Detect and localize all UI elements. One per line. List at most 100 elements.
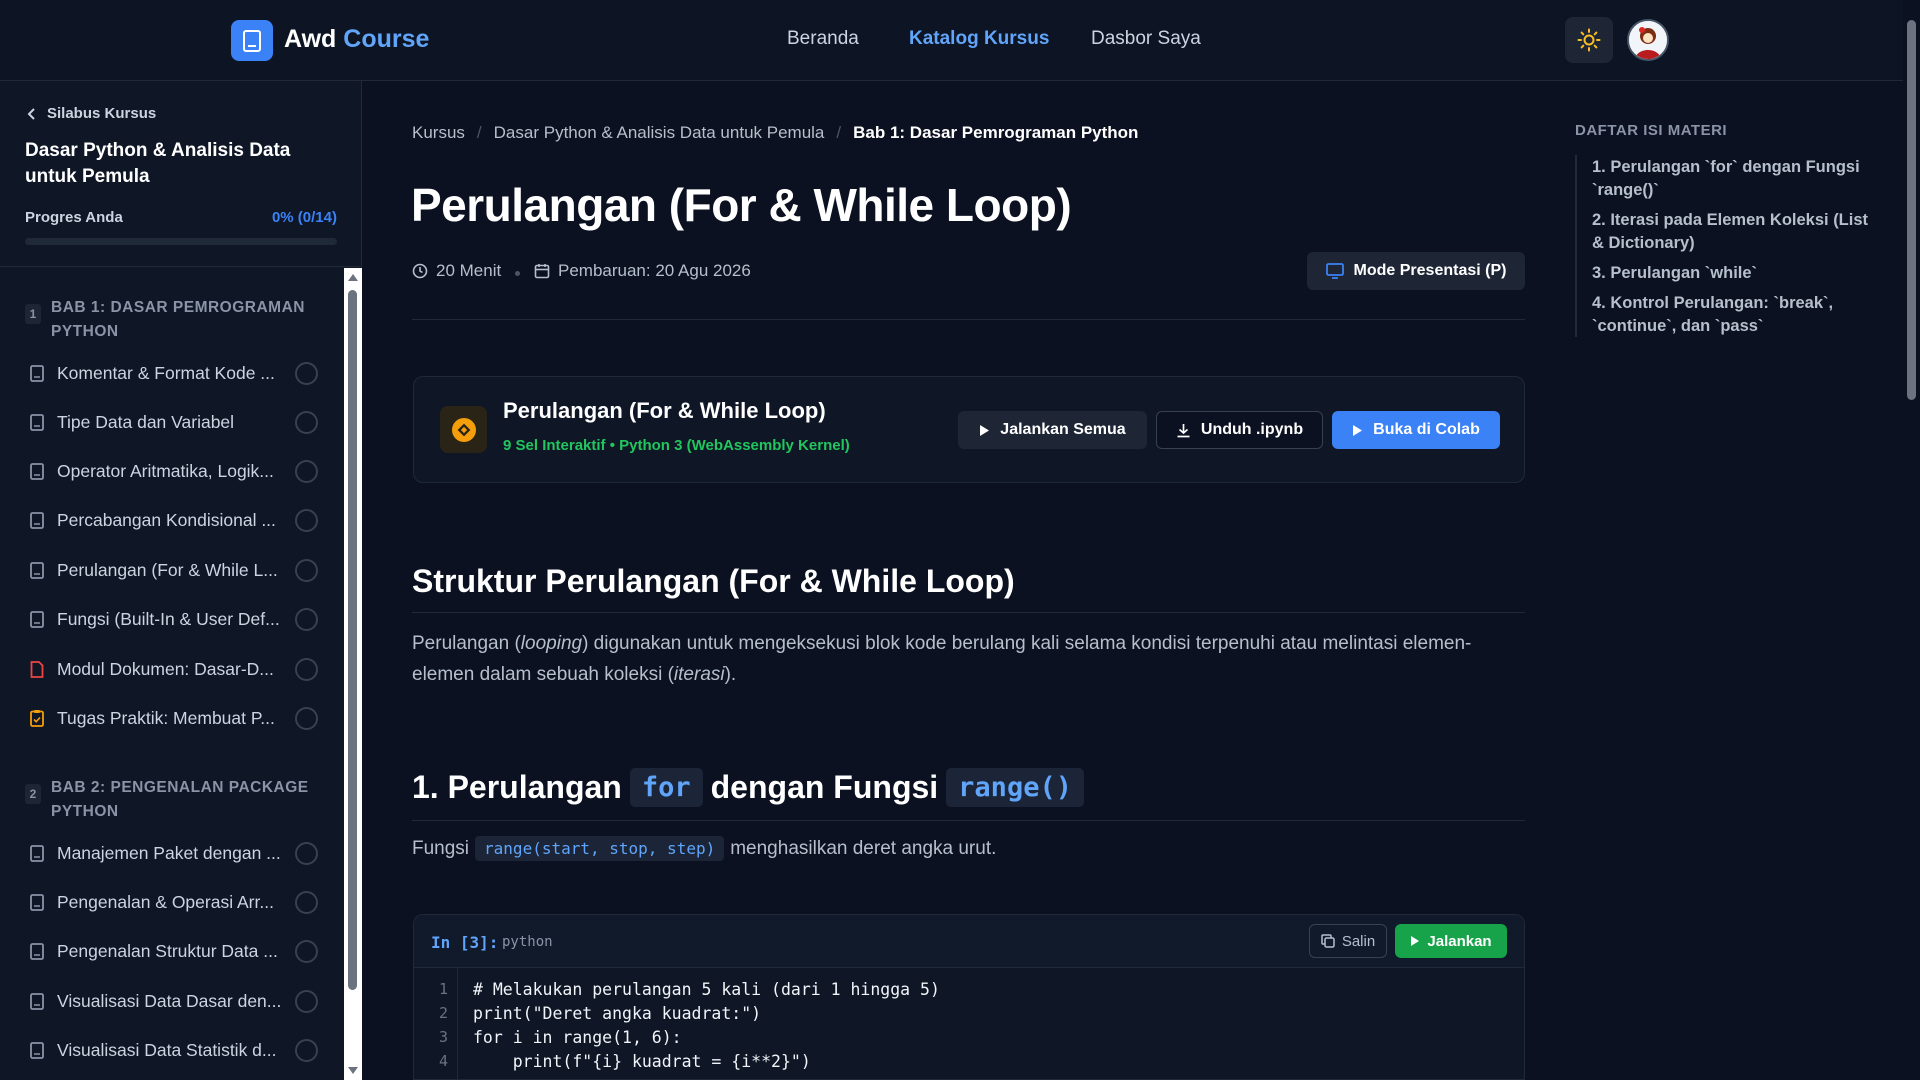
book-icon [28, 609, 46, 629]
lesson-complete-checkbox[interactable] [295, 362, 318, 385]
lesson-item[interactable]: Visualisasi Data Dasar den... [28, 986, 318, 1016]
syllabus-list: 1 BAB 1: DASAR PEMROGRAMAN PYTHON Koment… [0, 268, 344, 1080]
notebook-subtitle: 9 Sel Interaktif • Python 3 (WebAssembly… [503, 437, 850, 454]
toc-item[interactable]: 3. Perulangan `while` [1592, 262, 1872, 285]
presentation-mode-button[interactable]: Mode Presentasi (P) [1307, 252, 1525, 290]
lesson-complete-checkbox[interactable] [295, 658, 318, 681]
nav-beranda[interactable]: Beranda [787, 28, 859, 50]
lesson-item[interactable]: Komentar & Format Kode ... [28, 358, 318, 388]
subsection-heading-text: 1. Perulangan [412, 769, 622, 805]
sidebar-header: Silabus Kursus Dasar Python & Analisis D… [0, 81, 362, 267]
cell-language: python [502, 934, 553, 950]
chapter-title: BAB 2: PENGENALAN PACKAGE PYTHON [51, 779, 309, 820]
breadcrumb-separator: / [476, 123, 482, 142]
clock-icon [412, 263, 428, 279]
chevron-left-icon [27, 107, 35, 120]
toc-rail [1575, 155, 1577, 337]
lesson-item[interactable]: Operator Aritmatika, Logik... [28, 456, 318, 486]
lesson-complete-checkbox[interactable] [295, 1039, 318, 1062]
lesson-complete-checkbox[interactable] [295, 842, 318, 865]
lesson-complete-checkbox[interactable] [295, 990, 318, 1013]
toc-item[interactable]: 4. Kontrol Perulangan: `break`, `continu… [1592, 292, 1872, 338]
scroll-up-arrow-icon[interactable] [348, 274, 358, 281]
code-line[interactable]: for i in range(1, 6): [473, 1028, 682, 1047]
code-line[interactable]: print("Deret angka kuadrat:") [473, 1004, 761, 1023]
page-scrollbar-thumb[interactable] [1907, 20, 1916, 400]
lesson-item[interactable]: Manajemen Paket dengan ... [28, 838, 318, 868]
clipboard-icon [28, 708, 46, 728]
code-line[interactable]: # Melakukan perulangan 5 kali (dari 1 hi… [473, 980, 940, 999]
breadcrumb-current: Bab 1: Dasar Pemrograman Python [853, 123, 1139, 142]
breadcrumb-separator: / [836, 123, 842, 142]
lesson-item-active[interactable]: Perulangan (For & While L... [28, 555, 318, 585]
breadcrumb: Kursus / Dasar Python & Analisis Data un… [412, 123, 1138, 143]
lesson-item[interactable]: Visualisasi Data Statistik d... [28, 1035, 318, 1065]
lesson-item[interactable]: Pengenalan Struktur Data ... [28, 936, 318, 966]
inline-code-for: for [629, 768, 703, 807]
back-to-syllabus-link[interactable]: Silabus Kursus [27, 105, 156, 122]
notebook-title: Perulangan (For & While Loop) [503, 398, 826, 423]
divider [412, 319, 1525, 320]
lesson-item[interactable]: Tipe Data dan Variabel [28, 407, 318, 437]
cell-prompt: In [3]: [431, 933, 499, 952]
lesson-label: Tugas Praktik: Membuat P... [57, 707, 275, 728]
lesson-item[interactable]: Tugas Praktik: Membuat P... [28, 703, 318, 733]
lesson-complete-checkbox[interactable] [295, 707, 318, 730]
lesson-complete-checkbox[interactable] [295, 608, 318, 631]
chapter-header-2[interactable]: 2 BAB 2: PENGENALAN PACKAGE PYTHON [25, 776, 325, 824]
play-icon [1353, 424, 1363, 436]
scroll-down-arrow-icon[interactable] [348, 1067, 358, 1074]
download-ipynb-button[interactable]: Unduh .ipynb [1156, 411, 1323, 449]
nav-dasbor-saya[interactable]: Dasbor Saya [1091, 28, 1201, 50]
sidebar-scrollbar-thumb[interactable] [348, 290, 357, 990]
range-paragraph: Fungsi range(start, stop, step) menghasi… [412, 836, 996, 861]
section-heading: Struktur Perulangan (For & While Loop) [412, 563, 1015, 599]
divider [412, 820, 1525, 821]
page-scrollbar[interactable] [1903, 0, 1920, 1080]
code-cell-header: In [3]: python Salin Jalankan [414, 915, 1524, 968]
toc-item[interactable]: 1. Perulangan `for` dengan Fungsi `range… [1592, 156, 1872, 202]
logo-text[interactable]: Awd Course [284, 25, 429, 54]
lesson-label: Perulangan (For & While L... [57, 559, 278, 580]
lesson-complete-checkbox[interactable] [295, 509, 318, 532]
lesson-complete-checkbox[interactable] [295, 559, 318, 582]
lesson-complete-checkbox[interactable] [295, 940, 318, 963]
chapter-header-1[interactable]: 1 BAB 1: DASAR PEMROGRAMAN PYTHON [25, 296, 325, 344]
sidebar-scrollbar[interactable] [344, 268, 362, 1080]
notebook-card: Perulangan (For & While Loop) 9 Sel Inte… [413, 376, 1525, 483]
code-line[interactable]: print(f"{i} kuadrat = {i**2}") [473, 1052, 811, 1071]
breadcrumb-kursus[interactable]: Kursus [412, 123, 465, 143]
nav-katalog-kursus[interactable]: Katalog Kursus [909, 28, 1049, 50]
open-colab-button[interactable]: Buka di Colab [1332, 411, 1500, 449]
book-icon [28, 941, 46, 961]
book-icon [28, 991, 46, 1011]
lesson-complete-checkbox[interactable] [295, 891, 318, 914]
toc-item[interactable]: 2. Iterasi pada Elemen Koleksi (List & D… [1592, 209, 1872, 255]
run-cell-button[interactable]: Jalankan [1395, 924, 1507, 958]
copy-icon [1321, 934, 1335, 948]
line-number: 4 [438, 1052, 448, 1070]
user-avatar[interactable] [1627, 19, 1669, 61]
play-icon [980, 424, 990, 436]
logo-book-icon[interactable] [231, 20, 273, 61]
lesson-complete-checkbox[interactable] [295, 411, 318, 434]
breadcrumb-course[interactable]: Dasar Python & Analisis Data untuk Pemul… [494, 123, 825, 143]
lesson-label: Modul Dokumen: Dasar-D... [57, 658, 274, 679]
lesson-label: Tipe Data dan Variabel [57, 411, 235, 432]
lesson-complete-checkbox[interactable] [295, 460, 318, 483]
theme-toggle-button[interactable] [1565, 17, 1613, 63]
lesson-item[interactable]: Percabangan Kondisional ... [28, 505, 318, 535]
book-icon [28, 412, 46, 432]
course-sidebar: Silabus Kursus Dasar Python & Analisis D… [0, 81, 362, 1080]
line-number: 1 [438, 980, 448, 998]
lesson-item[interactable]: Pengenalan & Operasi Arr... [28, 887, 318, 917]
copy-code-button[interactable]: Salin [1309, 924, 1387, 958]
lesson-item[interactable]: Modul Dokumen: Dasar-D... [28, 654, 318, 684]
meta-separator-dot [515, 271, 520, 276]
lesson-item[interactable]: Fungsi (Built-In & User Def... [28, 604, 318, 634]
run-all-button[interactable]: Jalankan Semua [958, 411, 1147, 449]
course-title: Dasar Python & Analisis Data untuk Pemul… [25, 140, 291, 187]
play-icon [1411, 936, 1420, 946]
chapter-title: BAB 1: DASAR PEMROGRAMAN PYTHON [51, 299, 305, 340]
toc-title: DAFTAR ISI MATERI [1575, 122, 1728, 139]
